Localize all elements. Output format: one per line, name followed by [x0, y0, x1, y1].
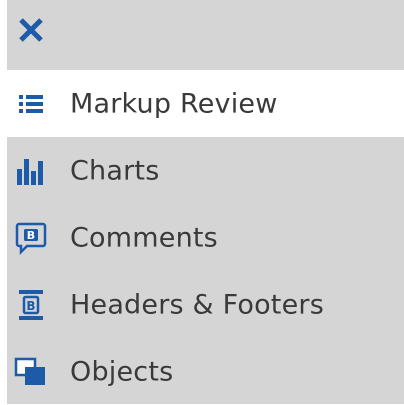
svg-text:B: B — [27, 229, 35, 242]
menu-item-objects[interactable]: Objects — [7, 338, 404, 405]
menu-item-label: Charts — [70, 155, 160, 186]
menu-item-label: Markup Review — [70, 88, 278, 119]
close-button[interactable] — [12, 11, 50, 49]
list-icon — [13, 86, 49, 122]
menu-item-charts[interactable]: Charts — [7, 137, 404, 204]
svg-text:B: B — [26, 299, 35, 313]
menu-item-label: Comments — [70, 222, 218, 253]
bar-chart-icon — [13, 153, 49, 189]
close-icon — [19, 18, 43, 42]
objects-icon — [13, 354, 49, 390]
menu-item-markup-review[interactable]: Markup Review — [7, 70, 404, 137]
header-footer-icon: B — [13, 287, 49, 323]
menu-item-headers-footers[interactable]: B Headers & Footers — [7, 271, 404, 338]
comment-icon: B — [13, 220, 49, 256]
side-panel: Markup Review Charts B Comments B Header… — [7, 0, 404, 404]
panel-menu: Markup Review Charts B Comments B Header… — [7, 70, 404, 405]
menu-item-comments[interactable]: B Comments — [7, 204, 404, 271]
menu-item-label: Headers & Footers — [70, 289, 324, 320]
menu-item-label: Objects — [70, 356, 174, 387]
